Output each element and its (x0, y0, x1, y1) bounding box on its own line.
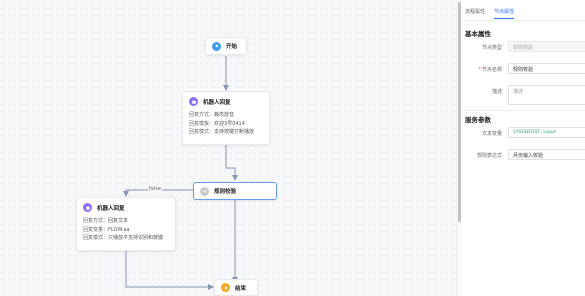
robot-reply-2-line: 回复方式：回复文本 (83, 218, 129, 224)
robot-reply-node-2[interactable]: 机器人回复 回复方式：回复文本 回复变量：FLOW.aa 回复模式：只播放不支持… (76, 197, 176, 251)
robot-reply-node-1-title: 机器人回复 (203, 99, 231, 106)
start-node-title: 开始 (226, 44, 238, 50)
robot-icon (189, 97, 198, 106)
rule-verify-node[interactable]: 规则校验 (193, 182, 277, 200)
robot-reply-1-line: 回复模式：支持按键打断播放 (189, 129, 255, 135)
rule-check-icon (200, 186, 209, 196)
flow-canvas[interactable]: false 开始 机器人回复 回复方式：静态放音 回复模板：欢迎3号0414 回… (0, 0, 456, 296)
robot-reply-node-2-title: 机器人回复 (97, 205, 125, 212)
robot-reply-1-line: 回复方式：静态放音 (189, 112, 235, 118)
node-name-input[interactable]: 规则校验 (508, 63, 585, 74)
tab-divider (461, 20, 585, 21)
panel-tabs: 流程属性 节点属性 (465, 8, 523, 19)
tab-node-properties[interactable]: 节点属性 (494, 8, 515, 19)
edge-robot2-to-end (125, 251, 214, 290)
properties-panel: 流程属性 节点属性 基本属性 节点类型 规则校验 *节点名称 规则校验 描述 描… (461, 0, 585, 296)
section-divider (461, 110, 585, 111)
end-node[interactable]: 结束 (214, 279, 258, 296)
start-node[interactable]: 开始 (205, 37, 247, 55)
robot-reply-1-line: 回复模板：欢迎3号0414 (189, 120, 245, 127)
tab-flow-properties[interactable]: 流程属性 (465, 8, 485, 19)
description-label: 描述 (491, 89, 502, 95)
text-variable-input[interactable]: SYSSSERIST.input (508, 127, 585, 138)
end-node-title: 结束 (235, 285, 247, 292)
robot-reply-2-line: 回复变量：FLOW.aa (83, 226, 130, 233)
rule-expression-select[interactable]: 月份输入校验 (508, 149, 585, 160)
play-circle-icon (212, 41, 221, 51)
stop-circle-icon (221, 283, 230, 292)
required-mark: * (478, 67, 481, 73)
robot-icon (83, 203, 92, 212)
rule-expression-label: 规则表达式 (476, 153, 502, 159)
text-variable-label: 文本变量 (481, 131, 502, 137)
service-params-title: 服务参数 (465, 116, 491, 124)
node-name-label: *节点名称 (478, 67, 502, 73)
rule-verify-node-title: 规则校验 (214, 189, 237, 195)
node-type-field: 规则校验 (508, 41, 585, 52)
node-type-label: 节点类型 (481, 45, 502, 51)
description-textarea[interactable]: 描述 (508, 85, 585, 105)
basic-properties-title: 基本属性 (465, 30, 491, 38)
robot-reply-node-1[interactable]: 机器人回复 回复方式：静态放音 回复模板：欢迎3号0414 回复模式：支持按键打… (182, 91, 270, 145)
robot-reply-2-line: 回复模式：只播放不支持识别和按键 (83, 235, 164, 241)
edge-false-label: false (148, 186, 162, 192)
edge-robot1-to-verify (225, 145, 238, 181)
